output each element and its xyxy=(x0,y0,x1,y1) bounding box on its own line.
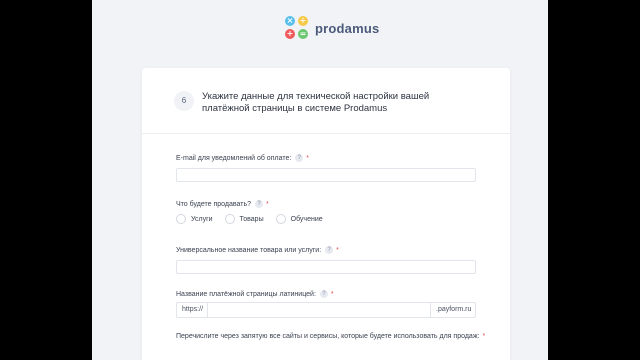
sites-label: Перечислите через запятую все сайты и се… xyxy=(176,333,486,340)
email-label: E-mail для уведомлений об оплате:? * xyxy=(176,154,310,162)
page-name-field[interactable] xyxy=(208,302,430,318)
product-name-label: Универсальное название товара или услуги… xyxy=(176,246,339,254)
logo-icon: × ÷ + = xyxy=(285,16,308,39)
help-icon[interactable]: ? xyxy=(255,200,263,208)
page-name-label: Название платёжной страницы латиницей:? * xyxy=(176,290,334,298)
required-mark: * xyxy=(306,154,310,162)
email-field[interactable] xyxy=(176,168,476,182)
required-mark: * xyxy=(330,290,334,298)
required-mark: * xyxy=(266,200,269,208)
page-background: × ÷ + = prodamus 6 Укажите данные для те… xyxy=(92,0,548,360)
radio-button[interactable] xyxy=(224,214,235,224)
radio-education[interactable]: Обучение xyxy=(275,214,323,224)
radio-services[interactable]: Услуги xyxy=(176,214,213,224)
page-url-field-group: https:// .payform.ru xyxy=(176,302,476,318)
radio-button[interactable] xyxy=(176,214,186,224)
step-number-badge: 6 xyxy=(174,91,194,111)
help-icon[interactable]: ? xyxy=(295,154,304,162)
required-mark: * xyxy=(336,246,339,254)
help-icon[interactable]: ? xyxy=(325,246,334,254)
url-prefix: https:// xyxy=(176,302,208,318)
sell-type-label: Что будете продавать?? * xyxy=(176,200,269,208)
form-card: 6 Укажите данные для технической настрой… xyxy=(142,68,510,360)
radio-goods[interactable]: Товары xyxy=(224,214,264,224)
radio-button[interactable] xyxy=(275,214,286,224)
url-suffix: .payform.ru xyxy=(430,302,476,318)
required-mark: * xyxy=(482,333,486,340)
sell-type-radio-group: Услуги Товары Обучение xyxy=(176,214,335,224)
prodamus-logo[interactable]: × ÷ + = prodamus xyxy=(285,16,379,40)
step-title: Укажите данные для технической настройки… xyxy=(202,91,430,114)
logo-text: prodamus xyxy=(315,20,380,36)
product-name-field[interactable] xyxy=(176,260,476,274)
form-step-header: 6 Укажите данные для технической настрой… xyxy=(142,68,510,134)
help-icon[interactable]: ? xyxy=(319,290,328,298)
